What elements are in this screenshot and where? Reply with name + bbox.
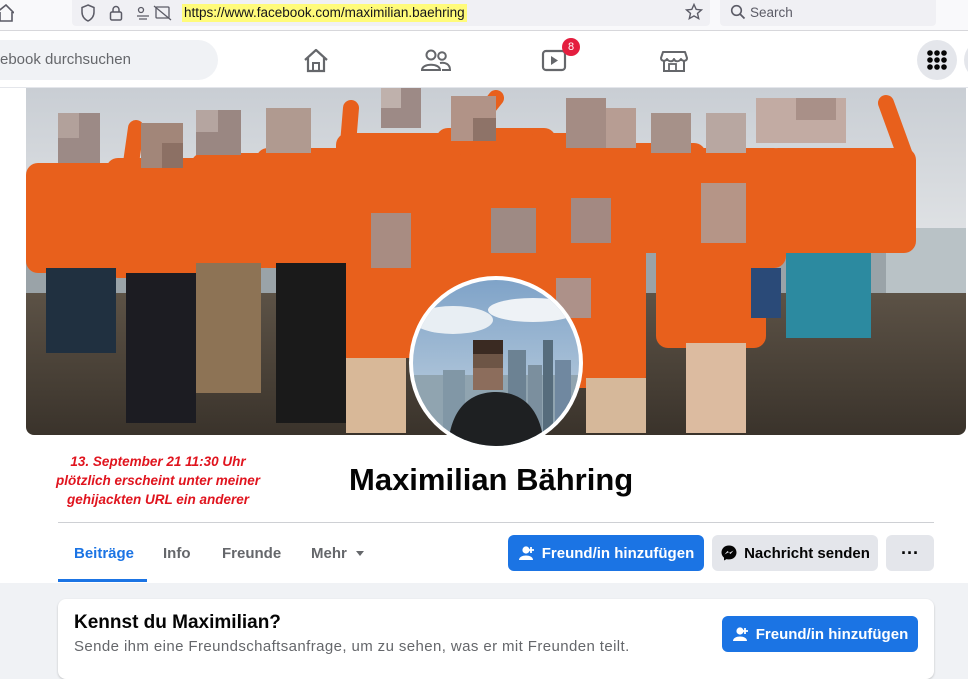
watch-notification-badge: 8 (562, 38, 580, 56)
chevron-down-icon (356, 551, 365, 557)
url-path: /maximilian.baehring (340, 5, 465, 20)
search-icon (730, 4, 746, 20)
menu-grid-button[interactable] (917, 40, 957, 80)
send-message-button[interactable]: Nachricht senden (712, 535, 878, 571)
marketplace-icon[interactable] (654, 44, 694, 76)
tab-freunde[interactable]: Freunde (222, 545, 281, 562)
tab-mehr[interactable]: Mehr (311, 545, 365, 562)
add-friend-icon (732, 627, 748, 641)
url-prefix: https://www. (184, 5, 257, 20)
home-icon[interactable] (0, 4, 14, 22)
shield-icon[interactable] (80, 4, 96, 22)
add-friend-label: Freund/in hinzufügen (541, 544, 695, 562)
annotation-note: 13. September 21 11:30 Uhr plötzlich ers… (55, 454, 261, 507)
facebook-search-placeholder: ebook durchsuchen (0, 51, 131, 68)
browser-search-placeholder: Search (750, 5, 793, 20)
send-message-label: Nachricht senden (744, 544, 870, 562)
more-options-button[interactable]: ··· (886, 535, 934, 571)
add-friend-button[interactable]: Freund/in hinzufügen (508, 535, 704, 571)
tab-mehr-label: Mehr (311, 545, 347, 562)
url-domain: facebook.com (256, 5, 341, 20)
add-friend-icon (518, 546, 534, 560)
friend-suggestion-title: Kennst du Maximilian? (74, 612, 281, 633)
avatar-image (413, 280, 579, 446)
url-text[interactable]: https://www.facebook.com/maximilian.baeh… (182, 4, 467, 22)
lock-icon[interactable] (108, 4, 124, 22)
profile-divider (58, 522, 934, 523)
profile-name: Maximilian Bähring (349, 462, 634, 497)
friends-icon[interactable] (416, 44, 456, 76)
permissions-icon[interactable] (136, 5, 172, 21)
tab-info[interactable]: Info (163, 545, 191, 562)
more-options-label: ··· (901, 542, 919, 563)
active-tab-indicator (58, 579, 147, 582)
tab-beitraege[interactable]: Beiträge (74, 545, 134, 562)
messenger-icon (721, 545, 737, 561)
friend-suggestion-text: Sende ihm eine Freundschaftsanfrage, um … (74, 638, 630, 655)
add-friend-card-button[interactable]: Freund/in hinzufügen (722, 616, 918, 652)
bookmark-star-icon[interactable] (685, 3, 703, 21)
menu-grid-icon (927, 50, 947, 70)
home-nav-icon[interactable] (296, 44, 336, 76)
add-friend-card-label: Freund/in hinzufügen (755, 625, 909, 643)
avatar[interactable] (413, 280, 579, 446)
